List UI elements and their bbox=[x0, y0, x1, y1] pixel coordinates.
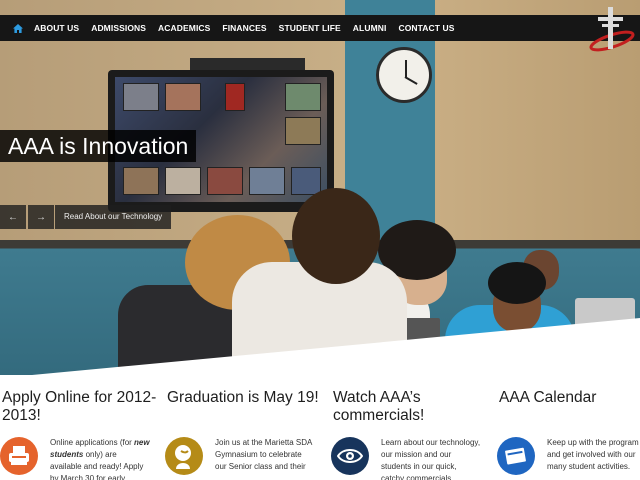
nav-academics[interactable]: ACADEMICS bbox=[158, 23, 210, 33]
nav-student-life[interactable]: STUDENT LIFE bbox=[279, 23, 341, 33]
graduate-icon[interactable] bbox=[165, 437, 203, 475]
hero-slideshow bbox=[0, 0, 640, 375]
feature-apply-online: Apply Online for 2012-2013! Online appli… bbox=[0, 389, 160, 480]
hero-photo-clock bbox=[376, 47, 432, 103]
school-logo[interactable] bbox=[586, 3, 638, 53]
arrow-right-icon: → bbox=[36, 211, 46, 223]
feature-title[interactable]: Graduation is May 19! bbox=[167, 389, 325, 407]
main-navigation: ABOUT US ADMISSIONS ACADEMICS FINANCES S… bbox=[0, 15, 640, 41]
feature-title[interactable]: AAA Calendar bbox=[499, 389, 640, 407]
feature-graduation: Graduation is May 19! Join us at the Mar… bbox=[165, 389, 325, 475]
cross-logo-icon bbox=[589, 7, 635, 52]
nav-alumni[interactable]: ALUMNI bbox=[353, 23, 387, 33]
read-technology-link[interactable]: Read About our Technology bbox=[55, 205, 172, 229]
nav-admissions[interactable]: ADMISSIONS bbox=[91, 23, 146, 33]
slide-next-button[interactable]: → bbox=[28, 205, 54, 229]
feature-calendar: AAA Calendar Keep up with the program an… bbox=[497, 389, 640, 475]
typewriter-icon[interactable] bbox=[0, 437, 38, 475]
feature-title[interactable]: Watch AAA’s commercials! bbox=[333, 389, 491, 425]
arrow-left-icon: ← bbox=[8, 211, 18, 223]
feature-description: Learn about our technology, our mission … bbox=[381, 438, 481, 480]
nav-finances[interactable]: FINANCES bbox=[222, 23, 266, 33]
nav-about-us[interactable]: ABOUT US bbox=[34, 23, 79, 33]
feature-description: Join us at the Marietta SDA Gymnasium to… bbox=[215, 438, 312, 471]
feature-title[interactable]: Apply Online for 2012-2013! bbox=[2, 389, 160, 425]
hero-title: AAA is Innovation bbox=[0, 130, 197, 162]
feature-description: Keep up with the program and get involve… bbox=[547, 438, 639, 471]
feature-commercials: Watch AAA’s commercials! Learn about our… bbox=[331, 389, 491, 480]
nav-home-link[interactable] bbox=[8, 18, 28, 38]
eye-icon[interactable] bbox=[331, 437, 369, 475]
home-icon bbox=[13, 23, 23, 33]
feature-description: Online applications (for new students on… bbox=[50, 438, 150, 480]
nav-contact-us[interactable]: CONTACT US bbox=[398, 23, 454, 33]
calendar-icon[interactable] bbox=[497, 437, 535, 475]
slide-prev-button[interactable]: ← bbox=[0, 205, 26, 229]
